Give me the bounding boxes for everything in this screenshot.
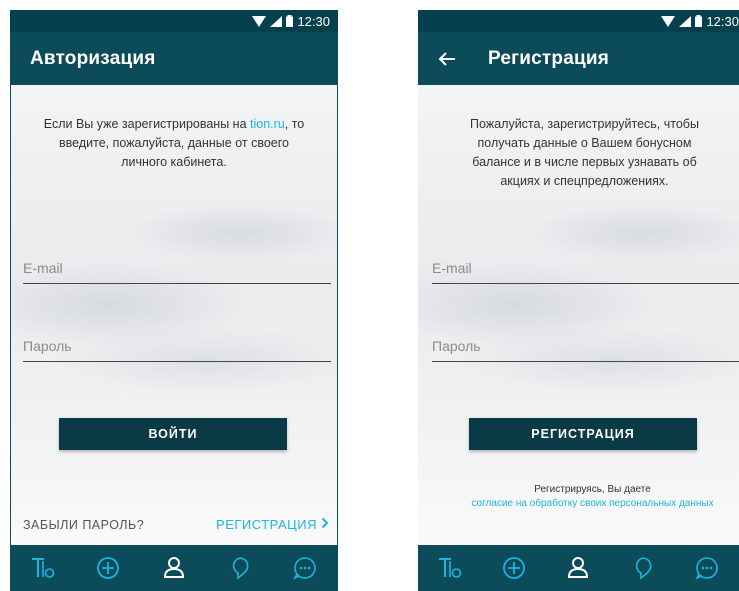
login-intro-text: Если Вы уже зарегистрированы на tion.ru,… xyxy=(35,115,313,172)
password-input[interactable] xyxy=(432,333,739,359)
intro-text-part: Если Вы уже зарегистрированы на xyxy=(43,117,250,131)
chat-icon[interactable] xyxy=(292,555,318,581)
consent-link[interactable]: согласие на обработку своих персональных… xyxy=(446,497,739,511)
status-bar: 12:30 xyxy=(418,10,739,32)
password-field-container xyxy=(432,333,739,362)
app-bar: Регистрация xyxy=(418,32,739,85)
signal-icon xyxy=(679,15,692,27)
bottom-nav xyxy=(10,545,338,591)
register-link[interactable]: РЕГИСТРАЦИЯ xyxy=(216,517,329,532)
password-field-container xyxy=(23,333,331,362)
consent-block: Регистрируясь, Вы даете согласие на обра… xyxy=(446,483,739,511)
login-button[interactable]: ВОЙТИ xyxy=(59,418,287,450)
page-title: Регистрация xyxy=(488,47,610,69)
battery-icon xyxy=(286,15,294,27)
page-title: Авторизация xyxy=(30,47,156,69)
bulb-icon[interactable] xyxy=(227,555,253,581)
login-content: Если Вы уже зарегистрированы на tion.ru,… xyxy=(10,85,338,545)
status-time: 12:30 xyxy=(297,13,330,29)
register-button[interactable]: РЕГИСТРАЦИЯ xyxy=(469,418,697,450)
user-icon[interactable] xyxy=(565,555,591,581)
arrow-left-icon[interactable] xyxy=(438,47,462,71)
user-icon[interactable] xyxy=(161,555,187,581)
plus-circle-icon[interactable] xyxy=(95,555,121,581)
tion-site-link[interactable]: tion.ru xyxy=(250,117,285,131)
chevron-right-icon xyxy=(321,517,329,532)
wifi-icon xyxy=(661,15,676,27)
consent-text: Регистрируясь, Вы даете xyxy=(534,484,651,495)
login-screen: 12:30 Авторизация Если Вы уже зарегистри… xyxy=(10,10,338,591)
app-bar: Авторизация xyxy=(10,32,338,85)
email-field-container xyxy=(432,255,739,284)
forgot-password-link[interactable]: ЗАБЫЛИ ПАРОЛЬ? xyxy=(23,518,144,532)
signal-icon xyxy=(270,15,283,27)
status-time: 12:30 xyxy=(706,13,739,29)
email-field-container xyxy=(23,255,331,284)
bulb-icon[interactable] xyxy=(630,555,656,581)
wifi-icon xyxy=(252,15,267,27)
battery-icon xyxy=(695,15,703,27)
plus-circle-icon[interactable] xyxy=(501,555,527,581)
register-link-label: РЕГИСТРАЦИЯ xyxy=(216,517,317,532)
email-input[interactable] xyxy=(23,255,331,281)
chat-icon[interactable] xyxy=(694,555,720,581)
login-bottom-links: ЗАБЫЛИ ПАРОЛЬ? РЕГИСТРАЦИЯ xyxy=(23,517,329,532)
register-content: Пожалуйста, зарегистрируйтесь, чтобы пол… xyxy=(418,85,739,545)
register-screen: 12:30 Регистрация Пожалуйста, зарегистри… xyxy=(418,10,739,591)
email-input[interactable] xyxy=(432,255,739,281)
password-input[interactable] xyxy=(23,333,331,359)
tion-logo-icon[interactable] xyxy=(30,555,56,581)
bottom-nav xyxy=(418,545,739,591)
tion-logo-icon[interactable] xyxy=(437,555,463,581)
register-intro-text: Пожалуйста, зарегистрируйтесь, чтобы пол… xyxy=(470,117,699,188)
status-bar: 12:30 xyxy=(10,10,338,32)
